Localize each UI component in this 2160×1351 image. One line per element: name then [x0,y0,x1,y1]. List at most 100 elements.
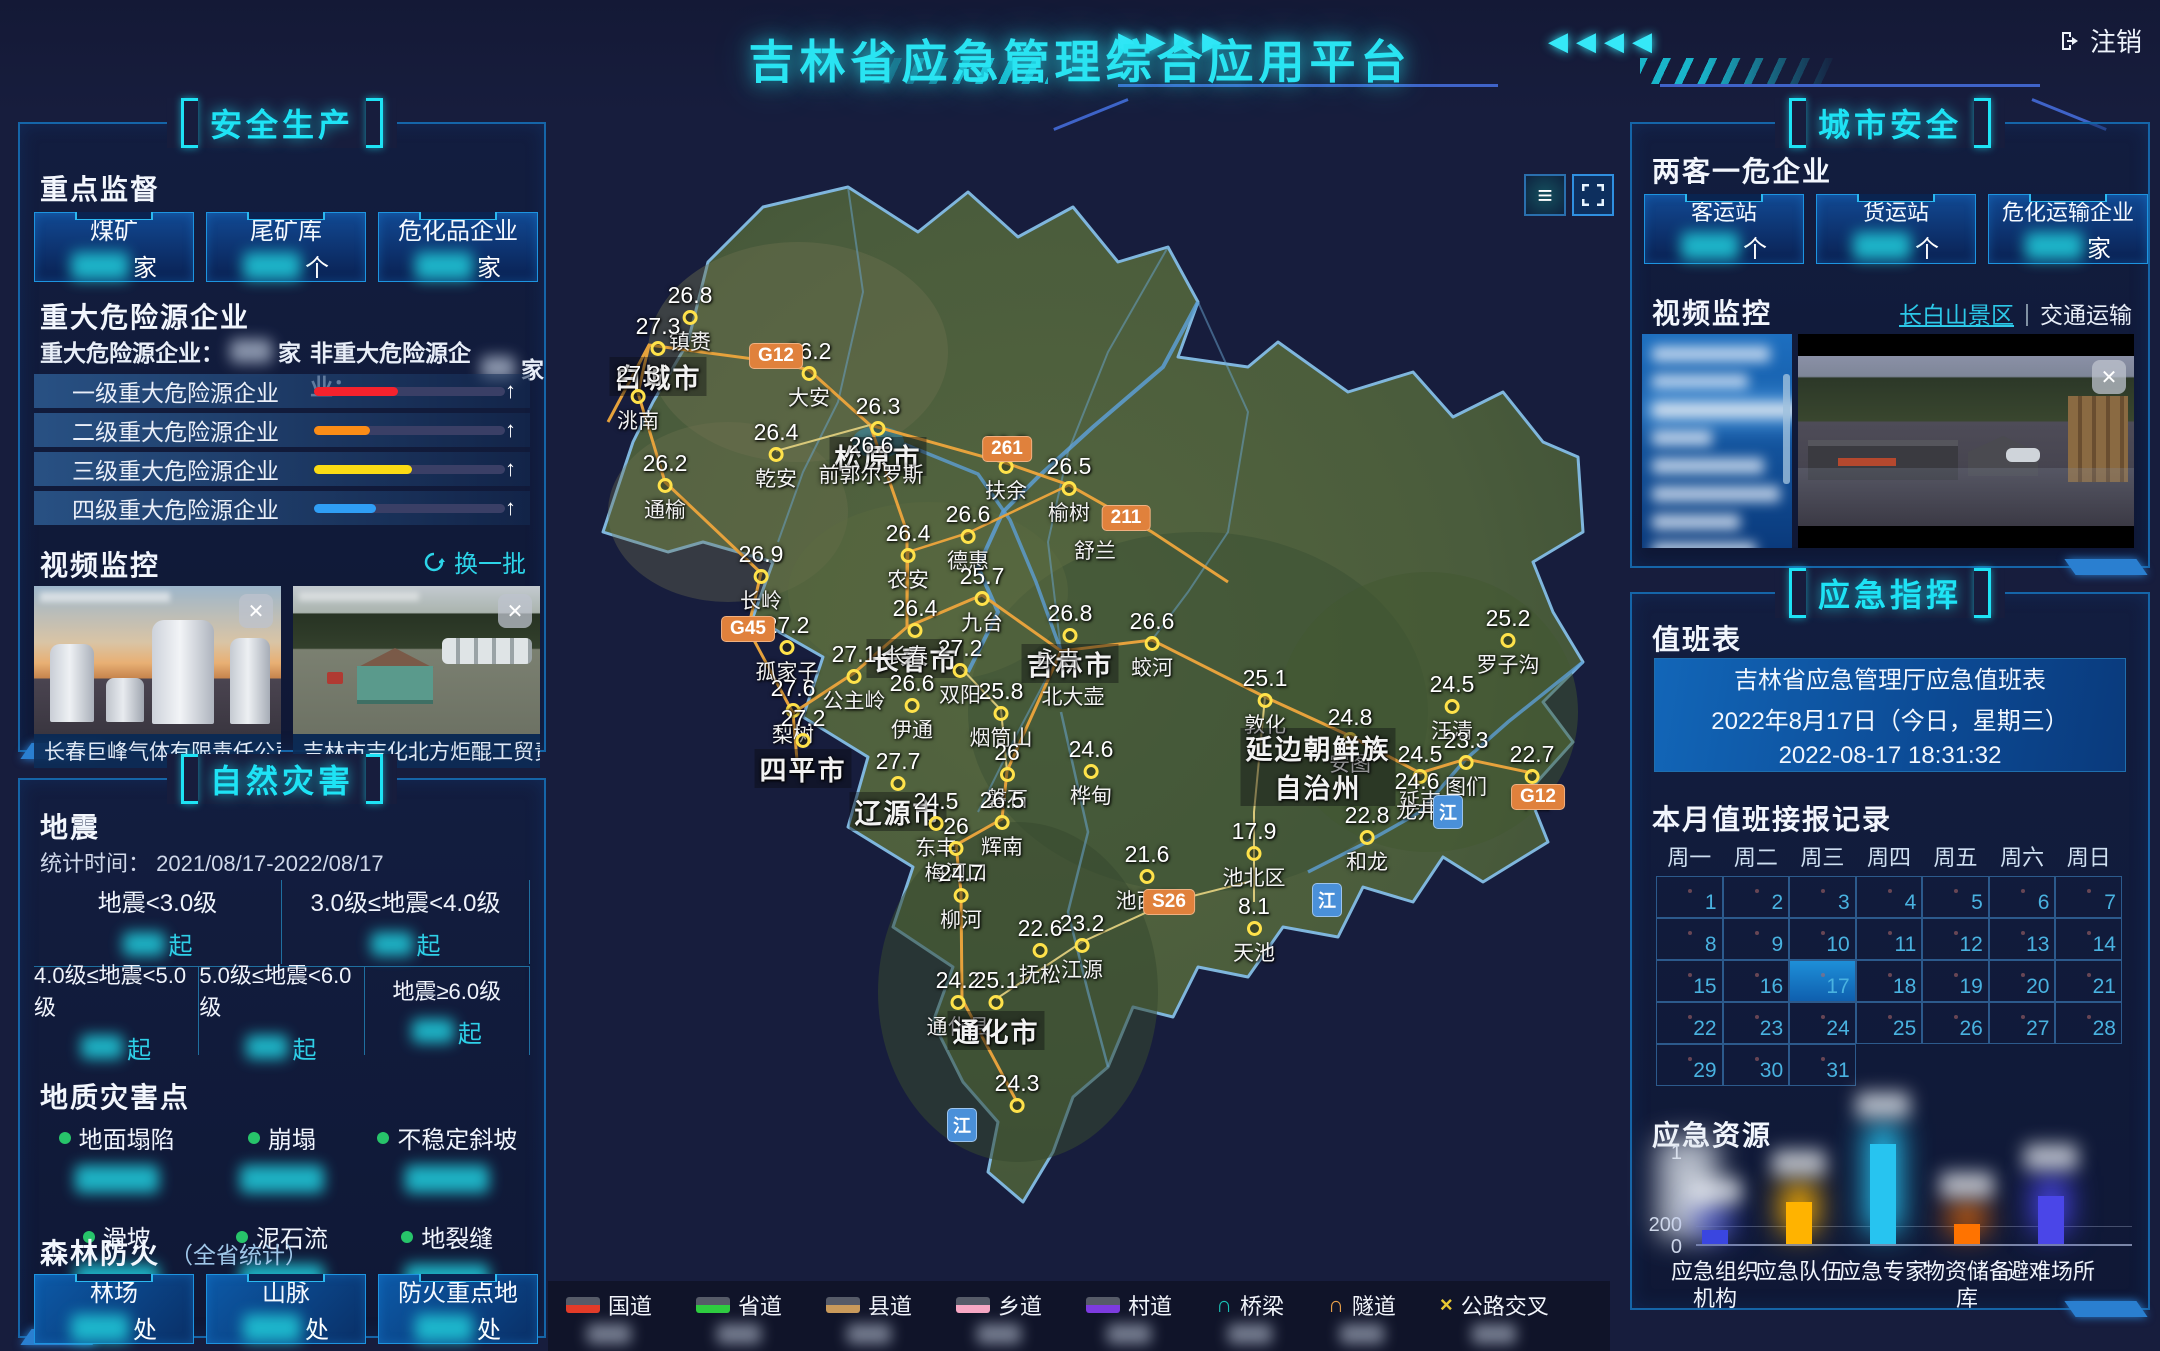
calendar-day-cell[interactable]: 5 [1922,876,1989,918]
calendar-day-cell[interactable]: 14 [2055,918,2122,960]
live-video-frame[interactable]: ✕ [1798,334,2134,548]
calendar-day-cell[interactable]: 8 [1656,918,1723,960]
calendar-day-cell[interactable]: 11 [1856,918,1923,960]
map-marker[interactable]: 永吉 [1037,643,1079,673]
map-marker[interactable]: 26.6 前郭尔罗斯 [819,432,924,489]
calendar-day-cell[interactable]: 22 [1656,1002,1723,1044]
close-icon[interactable]: ✕ [239,594,273,628]
stat-card[interactable]: 煤矿 家 [34,212,194,282]
calendar-day-cell[interactable]: 19 [1922,960,1989,1002]
duty-table-card[interactable]: 吉林省应急管理厅应急值班表 2022年8月17日（今日，星期三） 2022-08… [1654,658,2126,772]
calendar-day-cell[interactable]: 12 [1922,918,1989,960]
calendar-day-cell[interactable]: 31 [1789,1044,1856,1086]
calendar-day-cell[interactable]: 7 [2055,876,2122,918]
video-thumbnail-2[interactable]: ✕ 吉林市吉化北方炬醌工贸责任... [293,586,540,768]
calendar-day-cell[interactable]: 15 [1656,960,1723,1002]
legend-item[interactable]: 乡道 [956,1289,1042,1344]
video-thumbnail-1[interactable]: ✕ 长春巨峰气体有限责任公司 [34,586,281,768]
link-transport[interactable]: 交通运输 [2040,296,2132,330]
calendar-day-cell[interactable]: 28 [2055,1002,2122,1044]
map-layers-button[interactable]: ≡ [1524,174,1566,216]
legend-item[interactable]: ∩ 隧道 [1328,1289,1396,1344]
stat-card[interactable]: 客运站 个 [1644,194,1804,264]
map-marker[interactable]: 舒兰 [1074,535,1116,565]
close-icon[interactable]: ✕ [498,594,532,628]
camera-list[interactable] [1642,334,1792,548]
map-marker[interactable]: 25.2 罗子沟 [1477,605,1540,679]
map-marker[interactable]: 23.3 图们 [1444,727,1489,801]
map-fullscreen-button[interactable] [1572,174,1614,216]
calendar-day-cell[interactable]: 17 [1789,960,1856,1002]
hazard-level-row[interactable]: 一级重大危险源企业 ↑ [34,374,530,408]
map-marker[interactable]: 北大壶 [1042,681,1105,711]
province-map[interactable]: 26.8 镇赉 27.3 白城市 27.3 洮南 26.2 大安 26.3 [548,112,1610,1351]
calendar-day-cell[interactable]: 21 [2055,960,2122,1002]
map-marker[interactable]: 25.7 九台 [960,563,1005,637]
blurred-list-item[interactable] [1652,430,1712,446]
close-icon[interactable]: ✕ [2092,360,2126,394]
refresh-batch-button[interactable]: 换一批 [422,544,526,579]
calendar-day-cell[interactable]: 9 [1723,918,1790,960]
blurred-list-item[interactable] [1652,514,1740,530]
legend-item[interactable]: 国道 [566,1289,652,1344]
calendar-day-cell[interactable]: 16 [1723,960,1790,1002]
map-marker[interactable]: 27.1 公主岭 [823,641,886,715]
calendar-day-cell[interactable]: 3 [1789,876,1856,918]
map-marker[interactable]: 26.4 乾安 [754,419,799,493]
bar-slot[interactable]: 应急组织 机构 [1702,1230,1728,1244]
legend-item[interactable]: ∩ 桥梁 [1216,1289,1284,1344]
map-marker[interactable]: 25.1 通化市 [948,967,1045,1050]
calendar-day-cell[interactable]: 29 [1656,1044,1723,1086]
map-marker[interactable]: 26.2 通榆 [643,450,688,524]
calendar-day-cell[interactable]: 1 [1656,876,1723,918]
calendar-day-cell[interactable]: 25 [1856,1002,1923,1044]
map-marker[interactable]: 24.3 [995,1070,1040,1114]
map-marker[interactable]: 26.5 辉南 [980,787,1025,861]
map-marker[interactable]: 26.4 农安 [886,520,931,594]
map-marker[interactable]: 26.6 伊通 [890,670,935,744]
map-marker[interactable]: 延边朝鲜族 自治州 [1241,728,1396,806]
map-marker[interactable]: 26.5 榆树 [1047,453,1092,527]
calendar-day-cell[interactable]: 18 [1856,960,1923,1002]
bar-slot[interactable]: 避难场所 [2038,1196,2064,1244]
map-marker[interactable]: 27.2 四平市 [755,705,852,788]
map-marker[interactable]: 23.2 江源 [1060,910,1105,984]
calendar-day-cell[interactable]: 26 [1922,1002,1989,1044]
stat-card[interactable]: 危化运输企业 家 [1988,194,2148,264]
map-marker[interactable]: 27.3 洮南 [616,361,661,435]
calendar-day-cell[interactable]: 4 [1856,876,1923,918]
hazard-level-row[interactable]: 三级重大危险源企业 ↑ [34,452,530,486]
calendar-day-cell[interactable]: 30 [1723,1044,1790,1086]
stat-card[interactable]: 货运站 个 [1816,194,1976,264]
map-marker[interactable]: 22.8 和龙 [1345,802,1390,876]
blurred-list-item[interactable] [1652,402,1792,418]
map-marker[interactable]: 24.7 柳河 [939,860,984,934]
blurred-list-item[interactable] [1652,542,1756,548]
calendar-day-cell[interactable]: 24 [1789,1002,1856,1044]
logout-button[interactable]: 注销 [2058,22,2142,59]
calendar-day-cell[interactable]: 2 [1723,876,1790,918]
legend-item[interactable]: 省道 [696,1289,782,1344]
map-marker[interactable]: 17.9 池北区 [1223,818,1286,892]
map-marker[interactable]: 长春 [886,640,928,670]
legend-item[interactable]: 村道 [1086,1289,1172,1344]
hazard-level-row[interactable]: 二级重大危险源企业 ↑ [34,413,530,447]
legend-item[interactable]: 县道 [826,1289,912,1344]
calendar-day-cell[interactable]: 23 [1723,1002,1790,1044]
stat-card[interactable]: 尾矿库 个 [206,212,366,282]
stat-card[interactable]: 危化品企业 家 [378,212,538,282]
map-marker[interactable]: 24.6 桦甸 [1069,736,1114,810]
map-marker[interactable]: 26.6 蛟河 [1130,608,1175,682]
blurred-list-item[interactable] [1652,346,1770,362]
map-marker[interactable]: 26.9 长岭 [739,541,784,615]
bar-slot[interactable]: 应急专家 [1870,1144,1896,1244]
calendar-day-cell[interactable]: 13 [1989,918,2056,960]
link-changbaishan[interactable]: 长白山景区 [1899,296,2014,330]
legend-item[interactable]: × 公路交叉 [1440,1289,1549,1344]
stat-card[interactable]: 山脉 处 [206,1274,366,1344]
calendar-day-cell[interactable]: 20 [1989,960,2056,1002]
blurred-list-item[interactable] [1652,374,1748,390]
map-marker[interactable]: 8.1 天池 [1233,893,1275,967]
bar-slot[interactable]: 物资储备 库 [1954,1224,1980,1244]
calendar-day-cell[interactable]: 10 [1789,918,1856,960]
